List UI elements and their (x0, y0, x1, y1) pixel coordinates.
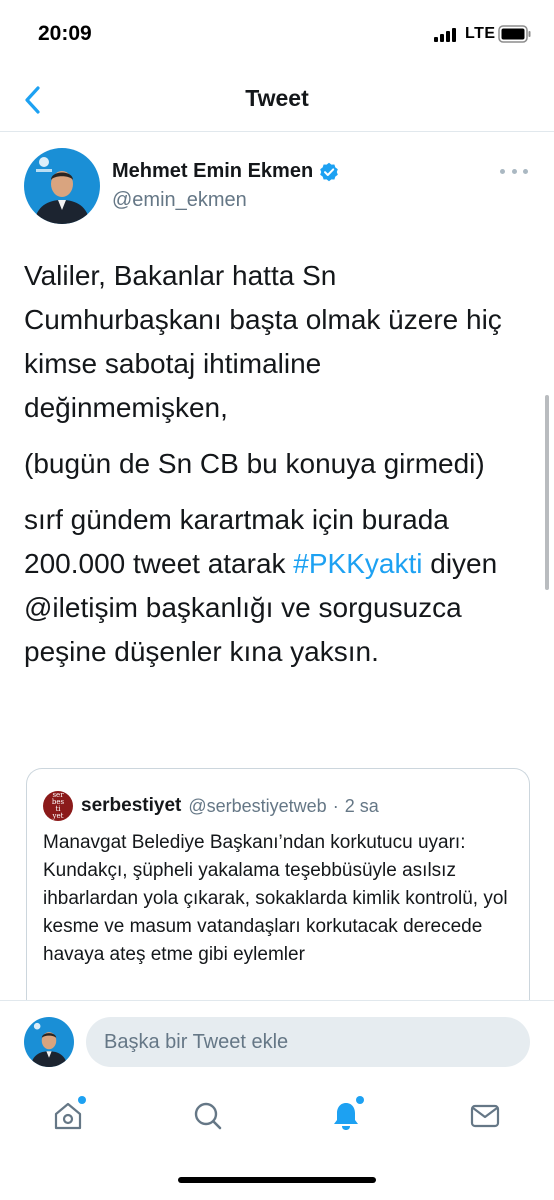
tweet-paragraph: Valiler, Bakanlar hatta Sn Cumhurbaşkanı… (24, 260, 502, 423)
tab-notifications[interactable] (318, 1094, 374, 1138)
home-indicator[interactable] (178, 1177, 376, 1183)
tab-search[interactable] (180, 1094, 236, 1138)
page-title: Tweet (245, 85, 309, 111)
signal-icon (434, 28, 456, 42)
hashtag-link[interactable]: #PKKyakti (293, 548, 422, 579)
bell-icon (334, 1103, 358, 1130)
quoted-avatar: ser bes ti yet (43, 791, 73, 821)
nav-header: Tweet (0, 70, 554, 132)
mail-icon (470, 1104, 500, 1128)
scrollbar[interactable] (545, 395, 549, 590)
tweet-paragraph: sırf gündem karartmak için burada 200.00… (24, 498, 529, 674)
home-icon (54, 1102, 82, 1130)
reply-bar (0, 1000, 554, 1078)
reply-input[interactable] (86, 1017, 530, 1067)
more-dot-icon (523, 168, 528, 174)
verified-badge-icon (320, 162, 338, 181)
quoted-tweet-text: Manavgat Belediye Başkanı’ndan korkutucu… (43, 832, 508, 965)
quoted-author-handle: @serbestiyetweb (188, 795, 327, 816)
more-options-button[interactable] (500, 160, 528, 182)
more-dot-icon (511, 168, 517, 174)
new-notification-dot (356, 1096, 364, 1104)
separator-dot: · (332, 795, 339, 816)
status-time: 20:09 (38, 22, 92, 45)
tweet-author: Mehmet Emin Ekmen @emin_ekmen (24, 148, 534, 228)
tweet-paragraph: (bugün de Sn CB bu konuya girmedi) (24, 448, 485, 479)
quoted-tweet-card[interactable]: ser bes ti yet serbestiyet @serbestiyetweb … (26, 768, 530, 1008)
more-dot-icon (500, 168, 505, 174)
quoted-author-name: serbestiyet (81, 795, 182, 816)
quoted-tweet-header: ser bes ti yet serbestiyet @serbestiyetweb … (43, 791, 379, 821)
new-content-dot (78, 1096, 86, 1104)
author-handle[interactable]: @emin_ekmen (112, 189, 247, 212)
tweet-text: Valiler, Bakanlar hatta Sn Cumhurbaşkanı… (24, 254, 529, 686)
author-name-row: Mehmet Emin Ekmen (112, 160, 339, 183)
quoted-timestamp: 2 sa (344, 795, 379, 816)
author-avatar[interactable] (24, 148, 100, 224)
author-name[interactable]: Mehmet Emin Ekmen (112, 160, 313, 183)
user-avatar[interactable] (24, 1017, 74, 1067)
battery-icon (498, 25, 531, 43)
status-bar: 20:09 LTE (0, 0, 554, 70)
tab-messages[interactable] (457, 1094, 513, 1138)
network-label: LTE (465, 25, 496, 42)
tab-home[interactable] (40, 1094, 96, 1138)
search-icon (194, 1102, 222, 1130)
